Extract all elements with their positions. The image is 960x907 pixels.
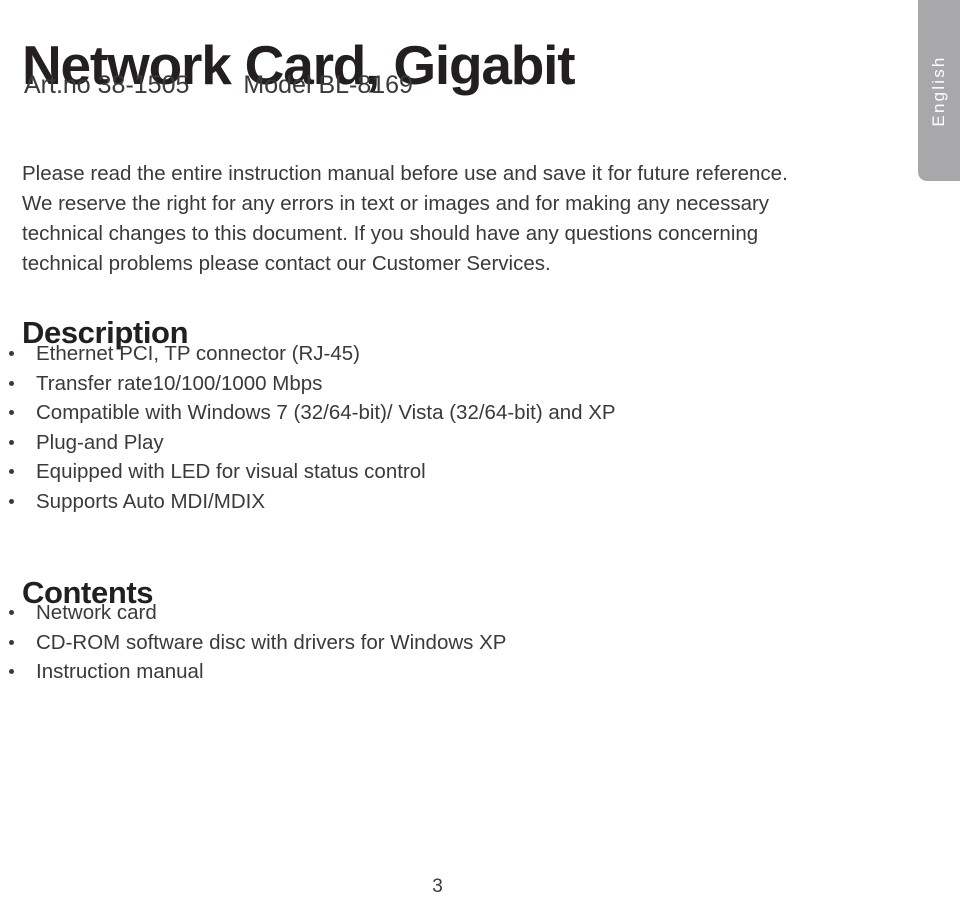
- list-item: Transfer rate10/100/1000 Mbps: [0, 369, 616, 399]
- list-item: Supports Auto MDI/MDIX: [0, 487, 616, 517]
- bullet-icon: [9, 439, 14, 445]
- bullet-icon: [9, 610, 14, 615]
- list-item-label: Equipped with LED for visual status cont…: [36, 460, 426, 483]
- bullet-icon: [9, 380, 14, 386]
- model-number: Model BL-8169: [243, 71, 413, 99]
- description-list: Ethernet PCI, TP connector (RJ-45) Trans…: [0, 339, 616, 516]
- bullet-icon: [9, 639, 14, 645]
- document-page: English Network Card, Gigabit Art.no 38-…: [0, 0, 960, 907]
- bullet-icon: [9, 669, 14, 674]
- list-item: Compatible with Windows 7 (32/64-bit)/ V…: [0, 398, 616, 428]
- list-item-label: Ethernet PCI, TP connector (RJ-45): [36, 342, 360, 365]
- bullet-icon: [9, 469, 14, 474]
- list-item-label: Supports Auto MDI/MDIX: [36, 489, 266, 513]
- bullet-icon: [9, 498, 14, 504]
- bullet-icon: [9, 410, 14, 415]
- list-item: Ethernet PCI, TP connector (RJ-45): [0, 339, 616, 369]
- list-item: Plug-and Play: [0, 428, 616, 458]
- list-item-label: Instruction manual: [36, 660, 204, 683]
- list-item: Instruction manual: [0, 657, 506, 687]
- list-item: CD-ROM software disc with drivers for Wi…: [0, 628, 506, 658]
- list-item-label: Network card: [36, 601, 157, 624]
- contents-list: Network card CD-ROM software disc with d…: [0, 598, 506, 687]
- language-tab-label: English: [929, 54, 948, 127]
- article-number: Art.no 38-1505: [24, 71, 190, 99]
- list-item-label: Transfer rate10/100/1000 Mbps: [36, 371, 323, 395]
- product-identifiers: Art.no 38-1505 Model BL-8169: [24, 71, 413, 100]
- page-number: 3: [432, 876, 443, 897]
- language-tab-english: English: [918, 0, 960, 181]
- list-item-label: Compatible with Windows 7 (32/64-bit)/ V…: [36, 401, 616, 424]
- intro-paragraph: Please read the entire instruction manua…: [22, 161, 788, 275]
- list-item: Network card: [0, 598, 506, 628]
- bullet-icon: [9, 351, 14, 356]
- list-item-label: CD-ROM software disc with drivers for Wi…: [36, 630, 507, 654]
- list-item: Equipped with LED for visual status cont…: [0, 457, 616, 487]
- list-item-label: Plug-and Play: [36, 430, 164, 454]
